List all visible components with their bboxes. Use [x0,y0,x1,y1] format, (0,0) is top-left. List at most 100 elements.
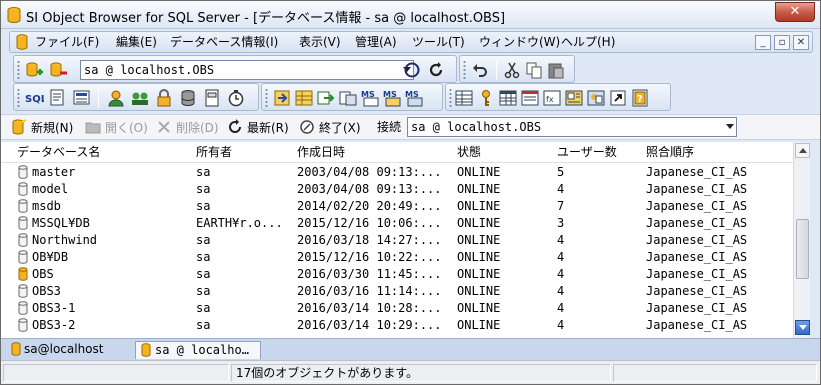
database-icon [18,233,28,247]
scroll-thumb[interactable] [796,219,809,279]
paste-icon[interactable] [546,60,566,80]
cell-collation: Japanese_CI_AS [646,250,748,264]
cell-name: model [32,182,69,196]
cell-state: ONLINE [457,284,501,298]
title-bar[interactable]: SI Object Browser for SQL Server - [データベ… [1,1,820,29]
table-icon[interactable] [454,88,474,108]
compare-icon[interactable] [338,88,358,108]
cell-state: ONLINE [457,182,501,196]
users-window-icon[interactable] [586,88,606,108]
cell-collation: Japanese_CI_AS [646,199,748,213]
cell-created: 2016/03/14 10:28:... [297,301,442,315]
mdi-close-button[interactable]: ✕ [793,35,809,50]
disconnect-icon[interactable] [48,60,68,80]
storage-icon[interactable] [178,88,198,108]
connection-dropdown[interactable]: sa @ localhost.OBS [407,117,737,137]
toolbar-grip[interactable] [17,88,20,108]
copy-icon[interactable] [524,60,544,80]
scroll-down-button[interactable] [795,320,810,335]
delete-button[interactable]: 削除(D) [156,119,219,136]
exit-button-label: 終了(X) [319,121,361,135]
open-button[interactable]: 開く(O) [85,119,148,136]
help-icon[interactable]: ? [630,88,650,108]
circle-icon[interactable] [402,60,422,80]
mdi-restore-button[interactable]: ▫ [774,35,790,50]
window-red-icon[interactable] [520,88,540,108]
toolbar-grip[interactable] [463,60,466,80]
menu-database-info[interactable]: データベース情報(I) [170,34,278,50]
cell-name: OBS3 [32,284,61,298]
menu-edit[interactable]: 編集(E) [116,34,157,50]
cell-name: MSSQL¥DB [32,216,90,230]
connection-select[interactable]: sa @ localhost.OBS [80,60,414,80]
user-icon[interactable] [106,88,126,108]
column-header-owner[interactable]: 所有者 [196,145,232,160]
toolbar-grip[interactable] [265,88,268,108]
table-row[interactable]: model sa 2003/04/08 09:13:... ONLINE 4 Japane… [1,181,793,198]
layout-icon[interactable] [564,88,584,108]
column-header-users[interactable]: ユーザー数 [557,145,617,160]
clock-icon[interactable] [226,88,246,108]
table-header: データベース名 所有者 作成日時 状態 ユーザー数 照合順序 [1,142,793,163]
cell-name: OB¥DB [32,250,69,264]
external-link-icon[interactable] [608,88,628,108]
cell-users: 4 [557,284,565,298]
tab-server[interactable]: sa@localhost [11,341,131,359]
undo-icon[interactable] [470,60,490,80]
grid-icon[interactable] [294,88,314,108]
reconnect-icon[interactable] [426,60,446,80]
fx-icon[interactable]: fx [542,88,562,108]
ms-doc-icon[interactable]: MS [404,88,424,108]
menu-window[interactable]: ウィンドウ(W) [479,34,560,50]
database-icon [18,182,28,196]
toolbar-grip[interactable] [449,88,452,108]
cell-users: 4 [557,250,565,264]
sql-icon[interactable]: SQL [24,88,44,108]
menu-view[interactable]: 表示(V) [299,34,341,50]
table-row[interactable]: master sa 2003/04/08 09:13:... ONLINE 5 Japan… [1,164,793,181]
key-icon[interactable] [476,88,496,108]
connect-icon[interactable] [24,60,44,80]
app-window: SI Object Browser for SQL Server - [データベ… [0,0,821,385]
refresh-button[interactable]: 最新(R) [227,119,289,136]
import-icon[interactable] [272,88,292,108]
ms-doc-icon[interactable]: MS [382,88,402,108]
tab-database[interactable]: sa @ localho… [135,341,261,359]
scroll-up-button[interactable] [795,143,810,158]
database-table: データベース名 所有者 作成日時 状態 ユーザー数 照合順序 master sa 2… [1,142,809,338]
lock-icon[interactable] [154,88,174,108]
report-icon[interactable] [72,88,92,108]
table-row[interactable]: msdb sa 2014/02/20 20:49:... ONLINE 7 Japanes… [1,198,793,215]
column-header-state[interactable]: 状態 [457,145,481,160]
view-toolbar: fx ? [445,83,671,111]
table-row[interactable]: OBS3-1 sa 2016/03/14 10:28:... ONLINE 4 Japan… [1,300,793,317]
column-header-collation[interactable]: 照合順序 [646,145,694,160]
table-row[interactable]: OBS sa 2016/03/30 11:45:... ONLINE 4 Japanese… [1,266,793,283]
new-button[interactable]: 新規(N) [11,119,73,136]
table-row[interactable]: OBS3-2 sa 2016/03/14 10:29:... ONLINE 4 Japan… [1,317,793,334]
table-row[interactable]: Northwind sa 2016/03/18 14:27:... ONLINE 4 Ja… [1,232,793,249]
view-grid-icon[interactable] [498,88,518,108]
export-icon[interactable] [316,88,336,108]
column-header-created[interactable]: 作成日時 [297,145,345,160]
menu-admin[interactable]: 管理(A) [355,34,397,50]
mdi-minimize-button[interactable]: _ [755,35,771,50]
ms-doc-icon[interactable]: MS [360,88,380,108]
table-row[interactable]: OB¥DB sa 2015/12/16 10:22:... ONLINE 4 Japane… [1,249,793,266]
column-header-name[interactable]: データベース名 [17,145,100,160]
script-icon[interactable] [48,88,68,108]
close-window-button[interactable]: ✕ [775,2,815,22]
roles-icon[interactable] [130,88,150,108]
database-icon [11,342,21,356]
cut-icon[interactable] [502,60,522,80]
menu-file[interactable]: ファイル(F) [35,34,99,50]
menu-help[interactable]: ヘルプ(H) [561,34,615,50]
menu-tools[interactable]: ツール(T) [412,34,465,50]
table-row[interactable]: OBS3 sa 2016/03/16 11:14:... ONLINE 4 Japanes… [1,283,793,300]
exit-button[interactable]: 終了(X) [299,119,361,136]
table-row[interactable]: MSSQL¥DB EARTH¥r.o... 2015/12/16 10:06:...… [1,215,793,232]
cell-name: Northwind [32,233,98,247]
vertical-scrollbar[interactable] [793,142,810,338]
file-icon[interactable] [202,88,222,108]
toolbar-grip[interactable] [17,60,20,80]
